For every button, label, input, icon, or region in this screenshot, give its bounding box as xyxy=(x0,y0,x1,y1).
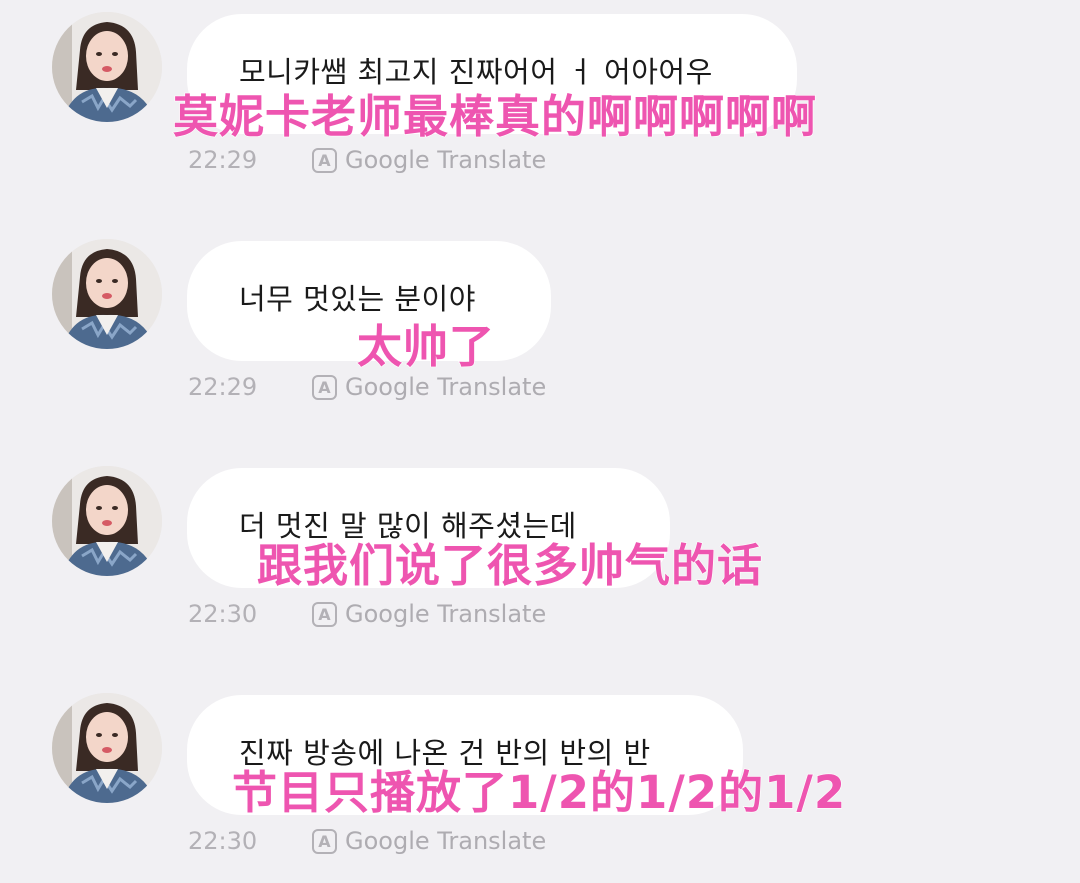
translate-a-icon: A xyxy=(312,147,337,173)
profile-photo-icon xyxy=(52,12,162,122)
translation-overlay: 跟我们说了很多帅气的话 xyxy=(256,538,764,592)
translation-overlay: 太帅了 xyxy=(356,319,496,373)
profile-photo-icon xyxy=(52,693,162,803)
google-translate-link[interactable]: A Google Translate xyxy=(312,146,546,174)
translate-a-icon: A xyxy=(312,601,337,627)
message-time: 22:29 xyxy=(188,373,258,401)
avatar[interactable] xyxy=(52,239,162,349)
translate-a-icon: A xyxy=(312,374,337,400)
profile-photo-icon xyxy=(52,239,162,349)
chat-message: 진짜 방송에 나온 건 반의 반의 반 节目只播放了1/2的1/2的1/2 22… xyxy=(0,681,1080,881)
message-meta: 22:29 A Google Translate xyxy=(188,371,546,403)
message-time: 22:30 xyxy=(188,600,258,628)
google-translate-link[interactable]: A Google Translate xyxy=(312,827,546,855)
translate-a-icon: A xyxy=(312,828,337,854)
chat-message: 모니카쌤 최고지 진짜어어 ㅓ 어아어우 莫妮卡老师最棒真的啊啊啊啊啊 22:2… xyxy=(0,0,1080,200)
translate-label: Google Translate xyxy=(345,373,547,401)
profile-photo-icon xyxy=(52,466,162,576)
google-translate-link[interactable]: A Google Translate xyxy=(312,600,546,628)
translate-label: Google Translate xyxy=(345,146,547,174)
message-meta: 22:30 A Google Translate xyxy=(188,825,546,857)
message-meta: 22:30 A Google Translate xyxy=(188,598,546,630)
avatar[interactable] xyxy=(52,693,162,803)
translation-overlay: 莫妮卡老师最棒真的啊啊啊啊啊 xyxy=(172,89,818,143)
chat-message: 너무 멋있는 분이야 太帅了 22:29 A Google Translate xyxy=(0,227,1080,427)
message-time: 22:29 xyxy=(188,146,258,174)
translation-overlay: 节目只播放了1/2的1/2的1/2 xyxy=(231,765,847,819)
avatar[interactable] xyxy=(52,466,162,576)
message-meta: 22:29 A Google Translate xyxy=(188,144,546,176)
translate-label: Google Translate xyxy=(345,600,547,628)
avatar[interactable] xyxy=(52,12,162,122)
google-translate-link[interactable]: A Google Translate xyxy=(312,373,546,401)
chat-message: 더 멋진 말 많이 해주셨는데 跟我们说了很多帅气的话 22:30 A Goog… xyxy=(0,454,1080,654)
message-time: 22:30 xyxy=(188,827,258,855)
translate-label: Google Translate xyxy=(345,827,547,855)
